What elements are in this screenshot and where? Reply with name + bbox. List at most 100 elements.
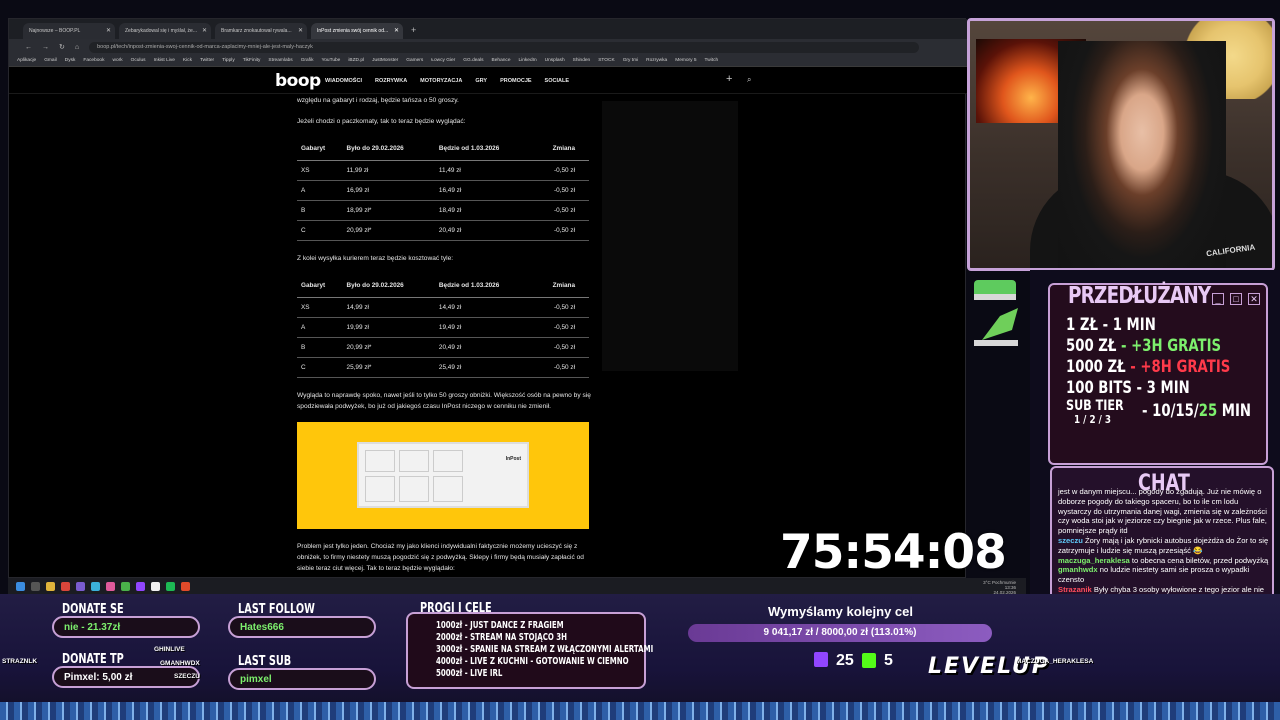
bookmark-item[interactable]: GG.deals <box>463 58 483 63</box>
bookmark-item[interactable]: Tipply <box>222 58 235 63</box>
bookmark-item[interactable]: work <box>112 58 122 63</box>
table-cell: 11,49 zł <box>434 160 532 181</box>
new-tab-button[interactable]: + <box>411 23 416 39</box>
table-cell: -0,50 zł <box>531 337 589 358</box>
last-sub-label: LAST SUB <box>238 654 292 669</box>
bookmark-item[interactable]: Streamlabs <box>268 58 292 63</box>
app-icon[interactable] <box>106 581 115 591</box>
bookmark-item[interactable]: iBZD.pl <box>348 58 364 63</box>
chat-text: Żory mają i jak rybnicki autobus dojeżdż… <box>1058 535 1269 555</box>
last-follow-value: Hates666 <box>228 616 376 638</box>
bookmark-item[interactable]: Kick <box>183 58 192 63</box>
site-header: boop WIADOMOŚCI ROZRYWKA MOTORYZACJA GRY PRO… <box>9 67 967 94</box>
bookmark-item[interactable]: Gmail <box>44 58 57 63</box>
home-icon[interactable]: ⌂ <box>75 44 79 51</box>
search-icon[interactable] <box>31 581 40 591</box>
tab-bramkarz[interactable]: Bramkarz znokautował rywala... ✕ <box>215 23 307 39</box>
start-icon[interactable] <box>16 581 25 591</box>
article-paragraph: względu na gabaryt i rodzaj, będzie tańs… <box>297 97 459 104</box>
table-cell: -0,50 zł <box>531 317 589 338</box>
progi-item: 5000zł - LIVE IRL <box>436 668 503 679</box>
bookmark-item[interactable]: TikFinity <box>243 58 261 63</box>
bookmark-item[interactable]: Aplikacje <box>17 58 36 63</box>
nav-item-gry[interactable]: GRY <box>475 78 487 84</box>
column-header: Zmiana <box>531 137 589 161</box>
bookmark-item[interactable]: Dysk <box>65 58 76 63</box>
parcel-locker-illustration: InPost <box>357 442 529 508</box>
table-row: XS 11,99 zł 11,49 zł -0,50 zł <box>297 160 589 181</box>
close-icon[interactable]: ✕ <box>394 27 399 34</box>
player-tag: GHINLIVE <box>154 646 185 653</box>
bookmark-item[interactable]: Grafik <box>301 58 314 63</box>
folder-icon[interactable] <box>46 581 55 591</box>
table-cell: XS <box>297 297 343 318</box>
table-cell: B <box>297 337 343 358</box>
table-cell: 11,99 zł <box>342 160 435 181</box>
table-cell: 25,49 zł <box>434 357 532 378</box>
column-header: Było do 29.02.2026 <box>342 137 435 161</box>
nav-item-sociale[interactable]: SOCIALE <box>545 78 569 84</box>
donate-se-value: nie - 21.37zł <box>52 616 200 638</box>
table-cell: -0,50 zł <box>531 220 589 241</box>
tab-title: InPost zmienia swój cennik od... <box>317 28 389 34</box>
back-icon[interactable]: ← <box>25 44 32 51</box>
bookmark-item[interactable]: JustMonster <box>372 58 398 63</box>
app-icon[interactable] <box>151 581 160 591</box>
app-icon[interactable] <box>166 581 175 591</box>
table-cell: A <box>297 180 343 201</box>
table-cell: 18,49 zł <box>434 200 532 221</box>
reload-icon[interactable]: ↻ <box>59 43 65 51</box>
frog-decoration-icon <box>974 280 1018 346</box>
forward-icon[interactable]: → <box>42 44 49 51</box>
app-icon[interactable] <box>121 581 130 591</box>
bookmark-item[interactable]: Twitter <box>200 58 214 63</box>
bookmark-item[interactable]: Rozrywka <box>646 58 667 63</box>
bookmark-item[interactable]: Shinden <box>573 58 591 63</box>
bookmark-item[interactable]: Oculus <box>131 58 146 63</box>
close-icon[interactable]: ✕ <box>298 27 303 34</box>
close-icon[interactable]: ✕ <box>202 27 207 34</box>
bookmark-item[interactable]: Unsplash <box>545 58 565 63</box>
tab-title: Bramkarz znokautował rywala... <box>221 28 292 34</box>
table-header-row: Gabaryt Było do 29.02.2026 Będzie od 1.03.… <box>297 137 589 161</box>
browser-window: Najnowsze – BOOP.PL ✕ Zebarykadowal się i… <box>8 18 967 578</box>
close-icon[interactable]: ✕ <box>106 27 111 34</box>
nav-item-promocje[interactable]: PROMOCJE <box>500 78 531 84</box>
table-cell: C <box>297 220 343 241</box>
player-tag: MACZUGA_HERAKLESA <box>1016 658 1094 665</box>
bookmark-item[interactable]: Inkist Live <box>154 58 175 63</box>
app-icon[interactable] <box>181 581 190 591</box>
bookmark-item[interactable]: Łowcy Gier <box>431 58 455 63</box>
goal-title: Wymyślamy kolejny cel <box>768 604 914 619</box>
tab-zebarykadowal[interactable]: Zebarykadowal się i myślał, że... ✕ <box>119 23 211 39</box>
panel-title: PRZEDŁUŻANY <box>1068 283 1211 309</box>
site-logo[interactable]: boop <box>275 71 321 91</box>
donate-se-label: DONATE SE <box>62 602 124 617</box>
nav-item-motoryzacja[interactable]: MOTORYZACJA <box>420 78 462 84</box>
tab-bar: Najnowsze – BOOP.PL ✕ Zebarykadowal się i… <box>9 19 967 39</box>
bookmark-item[interactable]: LinkedIn <box>518 58 536 63</box>
tab-najnowsze[interactable]: Najnowsze – BOOP.PL ✕ <box>23 23 115 39</box>
url-input[interactable]: boop.pl/tech/inpost-zmienia-swoj-cennik-… <box>89 41 920 53</box>
nav-item-rozrywka[interactable]: ROZRYWKA <box>375 78 407 84</box>
bookmark-item[interactable]: Twitch <box>705 58 719 63</box>
maximize-icon: □ <box>1230 293 1242 305</box>
plus-icon[interactable]: + <box>726 73 732 85</box>
table-cell: 20,49 zł <box>434 220 532 241</box>
bookmark-item[interactable]: Memory 5 <box>675 58 696 63</box>
tab-inpost[interactable]: InPost zmienia swój cennik od... ✕ <box>311 23 403 39</box>
bookmark-item[interactable]: YouTube <box>321 58 340 63</box>
app-icon[interactable] <box>91 581 100 591</box>
bookmark-item[interactable]: Gry tmi <box>623 58 638 63</box>
progi-list: 1000zł - JUST DANCE Z FRAGIEM 2000zł - ST… <box>436 620 653 680</box>
browser-icon[interactable] <box>61 581 70 591</box>
app-icon[interactable] <box>136 581 145 591</box>
bookmark-item[interactable]: Facebook <box>83 58 104 63</box>
bookmark-item[interactable]: Behance <box>492 58 511 63</box>
bookmark-item[interactable]: Gamers <box>406 58 423 63</box>
search-icon[interactable]: ⌕ <box>747 75 751 85</box>
nav-item-wiadomości[interactable]: WIADOMOŚCI <box>325 78 362 84</box>
table-row: B 18,99 zł* 18,49 zł -0,50 zł <box>297 200 589 221</box>
app-icon[interactable] <box>76 581 85 591</box>
bookmark-item[interactable]: STOCK <box>598 58 614 63</box>
